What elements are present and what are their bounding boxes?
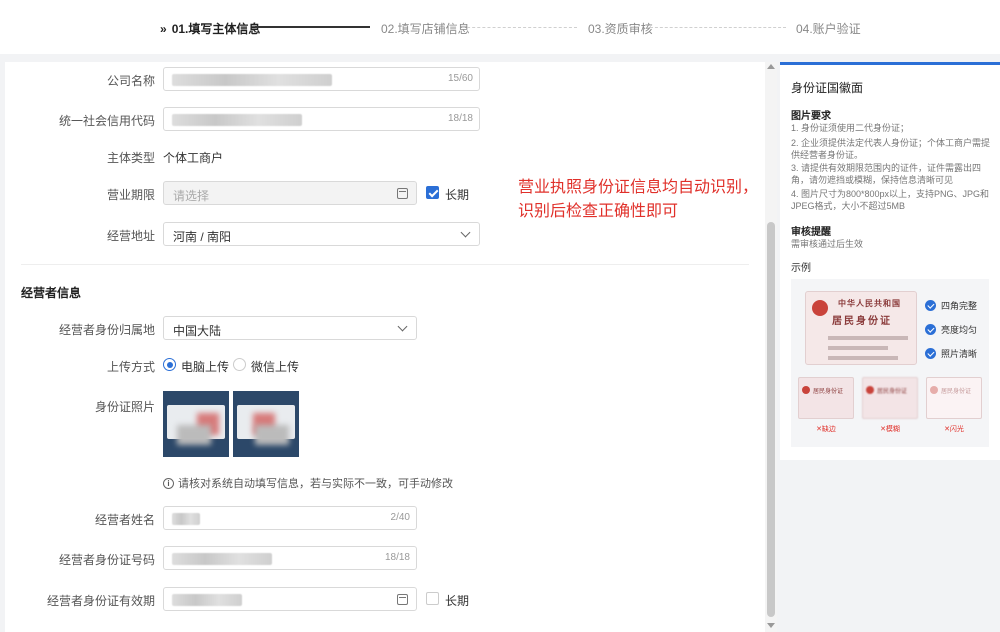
bad-example-glare: 居民身份证 ✕闪光 [926, 377, 982, 439]
step-connector [462, 27, 577, 28]
main-form-panel: 公司名称 15/60 统一社会信用代码 18/18 主体类型 个体工商户 营业期… [5, 62, 765, 632]
example-title: 示例 [791, 263, 811, 274]
auto-fill-tip: i 请核对系统自动填写信息，若与实际不一致，可手动修改 [163, 475, 453, 491]
step-connector [650, 27, 786, 28]
scroll-down-icon[interactable] [767, 623, 775, 628]
redacted-text [172, 513, 200, 525]
step-progress-bar: » 01.填写主体信息 02.填写店铺信息 03.资质审核 04.账户验证 [0, 0, 1000, 54]
chevron-down-icon [397, 321, 408, 332]
requirement-3: 3. 请提供有效期限范围内的证件，证件需露出四角，请勿遮挡或模糊，保持信息清晰可… [791, 163, 982, 185]
id-photo-back-thumbnail[interactable] [233, 391, 299, 457]
step-4: 04.账户验证 [796, 22, 861, 36]
id-validity-long-checkbox[interactable] [426, 592, 439, 605]
bad-example-blurry: 居民身份证 ✕模糊 [862, 377, 918, 439]
operator-name-input[interactable]: 2/40 [163, 506, 417, 530]
main-scrollbar[interactable] [765, 62, 777, 632]
check-circle-icon [925, 348, 936, 359]
requirement-2: 2. 企业须提供法定代表人身份证；个体工商户需提供经营者身份证。 [791, 138, 991, 160]
upload-pc-radio[interactable] [163, 358, 176, 371]
operator-name-row: 经营者姓名 2/40 [5, 506, 765, 530]
requirement-1: 1. 身份证须使用二代身份证； [791, 123, 910, 133]
redacted-text [172, 553, 272, 565]
redacted-text [172, 114, 302, 126]
scrollbar-thumb[interactable] [767, 222, 775, 617]
requirements-title: 图片要求 [791, 111, 831, 122]
id-card-example: 中华人民共和国 居民身份证 [805, 291, 917, 365]
check-corners: 四角完整 [925, 299, 977, 312]
credit-code-row: 统一社会信用代码 18/18 [5, 107, 765, 131]
subject-type-value: 个体工商户 [163, 151, 224, 165]
guide-title: 身份证国徽面 [791, 81, 864, 95]
business-term-date-picker[interactable]: 请选择 [163, 181, 417, 205]
national-emblem-icon [812, 300, 828, 316]
address-select[interactable]: 河南 / 南阳 [163, 222, 480, 246]
national-emblem-icon [802, 386, 810, 394]
calendar-icon [397, 594, 408, 605]
step-2: 02.填写店铺信息 [381, 22, 470, 36]
annotation-note: 营业执照身份证信息均自动识别， 识别后检查正确性即可 [518, 179, 759, 220]
operator-id-validity-date-picker[interactable] [163, 587, 417, 611]
upload-wechat-radio[interactable] [233, 358, 246, 371]
national-emblem-icon [866, 386, 874, 394]
id-photo-row: 身份证照片 [94, 400, 155, 414]
redacted-text [172, 74, 332, 86]
bad-example-missing-edge: 居民身份证 ✕缺边 [798, 377, 854, 439]
operator-section-title: 经营者信息 [21, 286, 82, 300]
credit-code-input[interactable]: 18/18 [163, 107, 480, 131]
example-image-box: 中华人民共和国 居民身份证 四角完整 亮度均匀 照片清晰 居民身份证 ✕缺边 居… [791, 279, 989, 447]
check-circle-icon [925, 324, 936, 335]
section-divider [21, 264, 749, 265]
subject-type-row: 主体类型 个体工商户 [106, 151, 224, 165]
chevron-down-icon [460, 227, 471, 238]
calendar-icon [397, 188, 408, 199]
redacted-text [172, 594, 242, 606]
step-3: 03.资质审核 [588, 22, 653, 36]
info-icon: i [163, 477, 174, 489]
address-row: 经营地址 河南 / 南阳 [5, 222, 765, 246]
requirement-4: 4. 图片尺寸为800*800px以上，支持PNG、JPG和JPEG格式，大小不… [791, 189, 990, 211]
review-text: 需审核通过后生效 [791, 239, 864, 249]
id-card-guide-panel: 身份证国徽面 图片要求 1. 身份证须使用二代身份证； 2. 企业须提供法定代表… [780, 62, 1000, 460]
operator-id-number-input[interactable]: 18/18 [163, 546, 417, 570]
business-term-long-checkbox[interactable] [426, 186, 439, 199]
region-select[interactable]: 中国大陆 [163, 316, 417, 340]
company-name-row: 公司名称 15/60 [5, 67, 765, 91]
step-1: » 01.填写主体信息 [160, 21, 261, 37]
scroll-up-icon[interactable] [767, 64, 775, 69]
check-brightness: 亮度均匀 [925, 323, 977, 336]
operator-id-validity-row: 经营者身份证有效期 长期 [5, 587, 765, 611]
check-clarity: 照片清晰 [925, 347, 977, 360]
company-name-input[interactable]: 15/60 [163, 67, 480, 91]
national-emblem-icon [930, 386, 938, 394]
step-connector [255, 26, 370, 28]
review-title: 审核提醒 [791, 227, 831, 238]
operator-id-number-row: 经营者身份证号码 18/18 [5, 546, 765, 570]
upload-method-row: 上传方式 电脑上传 微信上传 [106, 358, 300, 374]
id-photo-front-thumbnail[interactable] [163, 391, 229, 457]
double-chevron-icon: » [160, 21, 167, 36]
region-row: 经营者身份归属地 中国大陆 [5, 316, 765, 340]
check-circle-icon [925, 300, 936, 311]
